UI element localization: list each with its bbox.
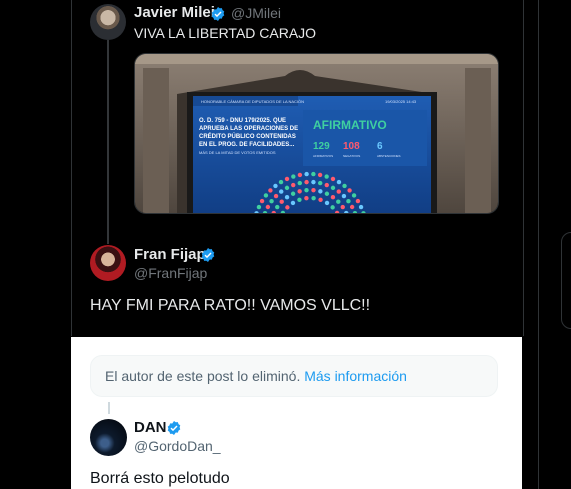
post1-handle[interactable]: @JMilei — [231, 5, 281, 21]
avatar-fran-fijap[interactable] — [90, 245, 126, 281]
thread-connector-line — [107, 40, 109, 244]
seat-dot — [259, 198, 265, 204]
seat-dot — [324, 191, 330, 196]
post1-media-image[interactable]: HONORABLE CÁMARA DE DIPUTADOS DE LA NACI… — [134, 53, 499, 214]
seat-dot — [336, 199, 341, 204]
seat-dot — [263, 193, 269, 198]
vote-count-abstenciones: 6 — [377, 141, 383, 152]
seat-dot — [304, 187, 309, 193]
seat-dot — [291, 182, 296, 188]
screen-result: AFIRMATIVO — [313, 118, 387, 132]
vote-label: AFIRMATIVOS — [313, 154, 333, 158]
vote-label: NEGATIVOS — [343, 154, 360, 158]
seat-dot — [297, 189, 302, 194]
seat-dot — [318, 197, 323, 202]
seat-dot — [358, 204, 364, 210]
avatar-dan[interactable] — [90, 419, 127, 456]
screen-title-line: EN EL PROG. DE FACILIDADES... — [199, 142, 295, 148]
seat-dot — [256, 204, 262, 210]
screen-header: HONORABLE CÁMARA DE DIPUTADOS DE LA NACI… — [201, 99, 304, 104]
post3-text: Borrá esto pelotudo — [90, 470, 230, 487]
seat-dot — [284, 176, 290, 182]
seat-dot — [290, 191, 296, 196]
seat-dot — [342, 183, 347, 189]
post3-handle[interactable]: @GordoDan_ — [134, 438, 221, 454]
seat-dot — [346, 199, 351, 204]
seat-dot — [291, 174, 296, 179]
seat-dot — [311, 196, 316, 201]
vote-count-afirmativos: 129 — [313, 141, 330, 152]
screen-title-line: CRÉDITO PÚBLICO CONTENIDAS — [199, 132, 296, 140]
seat-dot — [290, 200, 296, 206]
seat-dot — [340, 204, 345, 210]
post1-author-name[interactable]: Javier Milei — [134, 4, 215, 21]
seat-dot — [273, 183, 278, 189]
seat-dot — [330, 176, 336, 182]
seat-dot — [341, 193, 347, 199]
post3-author-name[interactable]: DAN — [134, 419, 167, 436]
post2-handle[interactable]: @FranFijap — [134, 265, 207, 281]
seat-dot — [336, 179, 342, 185]
right-column-divider — [538, 0, 539, 489]
seat-dot — [311, 171, 316, 177]
seat-dot — [269, 199, 274, 204]
seat-dot — [351, 193, 357, 198]
seat-dot — [324, 200, 330, 206]
seat-dot — [330, 185, 336, 191]
seat-dot — [318, 189, 323, 194]
seat-dot — [273, 193, 279, 199]
seat-dot — [324, 182, 329, 188]
seat-dot — [297, 197, 302, 202]
seat-dot — [330, 195, 336, 200]
seat-dot — [355, 198, 361, 204]
screen-date: 19/03/2025 14:43 — [385, 99, 417, 104]
seat-dot — [297, 172, 303, 178]
more-info-link[interactable]: Más información — [304, 368, 407, 384]
deleted-notice-text: El autor de este post lo eliminó. Más in… — [105, 368, 407, 384]
verified-badge-icon — [211, 7, 225, 21]
post2-text: HAY FMI PARA RATO!! VAMOS VLLC!! — [90, 297, 371, 314]
seat-dot — [304, 171, 309, 177]
post1-text: VIVA LA LIBERTAD CARAJO — [134, 25, 317, 41]
reply-connector-line — [108, 402, 110, 414]
seat-dot — [285, 205, 290, 210]
seat-dot — [297, 180, 302, 186]
screen-title-line: APRUEBA LAS OPERACIONES DE — [199, 126, 298, 132]
verified-badge-icon — [201, 248, 215, 262]
avatar-javier-milei[interactable] — [90, 4, 126, 40]
seat-dot — [324, 174, 329, 179]
seat-dot — [330, 205, 335, 210]
seat-dot — [304, 196, 309, 201]
right-sidebar-card-edge — [561, 232, 571, 329]
seat-dot — [265, 204, 271, 210]
seat-dot — [268, 188, 273, 193]
seat-dot — [279, 199, 284, 204]
seat-dot — [284, 185, 290, 191]
seat-dot — [279, 189, 284, 194]
seat-dot — [311, 187, 316, 193]
verified-badge-icon — [167, 421, 181, 435]
seat-dot — [349, 204, 355, 210]
vote-count-negativos: 108 — [343, 141, 360, 152]
post2-author-name[interactable]: Fran Fijap — [134, 246, 206, 263]
seat-dot — [336, 189, 341, 194]
deleted-post-notice: El autor de este post lo eliminó. Más in… — [90, 355, 498, 397]
screen-majority: MÁS DE LA MITAD DE VOTOS EMITIDOS — [199, 150, 276, 155]
seat-dot — [278, 179, 284, 185]
vote-label: ABSTENCIONES — [377, 154, 401, 158]
seat-dot — [304, 179, 309, 185]
screen-title-line: O. D. 759 - DNU 179/2025. QUE — [199, 118, 286, 124]
seat-dot — [311, 179, 316, 185]
seat-dot — [275, 204, 280, 210]
seat-dot — [284, 195, 290, 200]
seat-dot — [347, 188, 352, 193]
seat-dot — [317, 172, 323, 178]
seat-dot — [318, 180, 323, 186]
